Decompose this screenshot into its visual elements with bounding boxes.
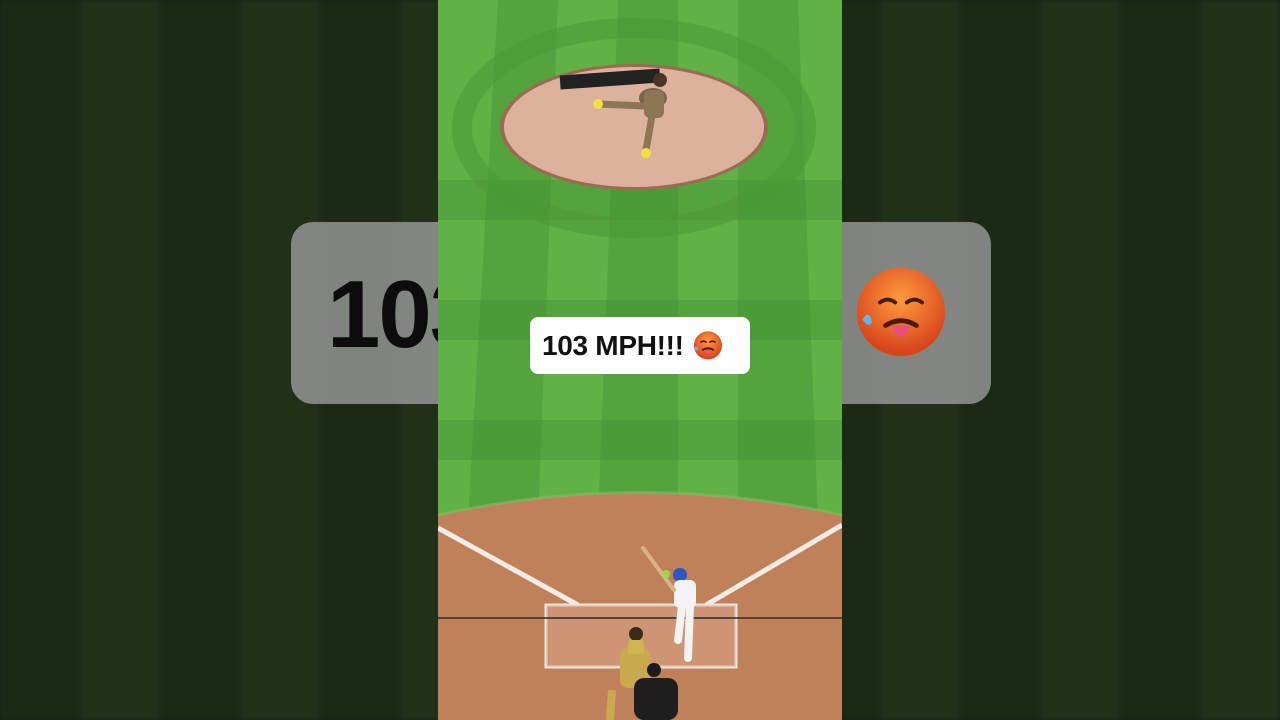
video-player-stage[interactable]: 103 103 MPH!!!: [0, 0, 1280, 720]
hot-face-emoji-icon: [856, 267, 946, 357]
caption-text: 103 MPH!!!: [542, 329, 684, 361]
hot-face-emoji-icon: [693, 330, 722, 359]
caption-overlay: 103 MPH!!!: [530, 317, 750, 374]
